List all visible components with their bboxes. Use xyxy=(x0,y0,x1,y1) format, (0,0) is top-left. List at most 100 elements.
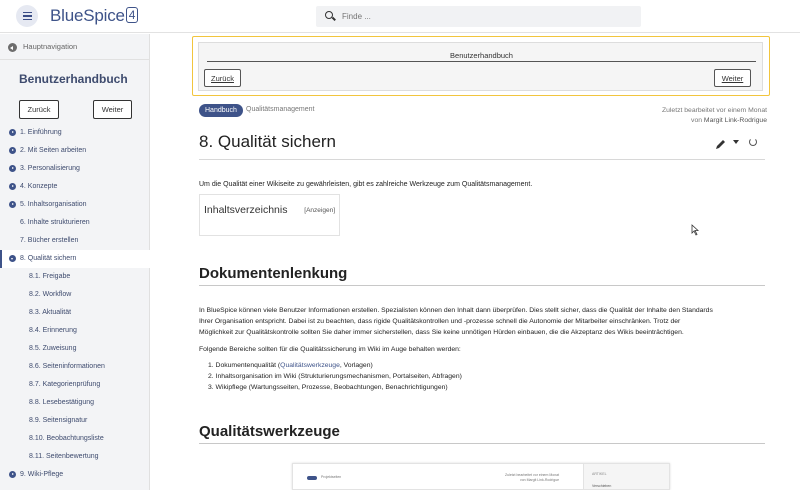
book-navigation: 1. Einführung 2. Mit Seiten arbeiten 3. … xyxy=(0,124,150,484)
chevron-right-icon[interactable] xyxy=(9,165,16,172)
chevron-right-icon[interactable] xyxy=(9,183,16,190)
chevron-down-icon[interactable] xyxy=(9,255,16,262)
nav-subitem[interactable]: 8.4. Erinnerung xyxy=(0,322,150,340)
list-item: 3. Wikipflege (Wartungsseiten, Prozesse,… xyxy=(208,384,448,391)
nav-item-label[interactable]: 8. Qualität sichern xyxy=(20,255,76,262)
nav-item-label[interactable]: 8.4. Erinnerung xyxy=(29,327,77,334)
nav-subitem[interactable]: 8.7. Kategorienprüfung xyxy=(0,376,150,394)
nav-item[interactable]: 5. Inhaltsorganisation xyxy=(0,196,150,214)
nav-item-label[interactable]: 8.7. Kategorienprüfung xyxy=(29,381,100,388)
paragraph-line: In BlueSpice können viele Benutzer Infor… xyxy=(199,307,713,314)
section-paragraph: Folgende Bereiche sollten für die Qualit… xyxy=(199,346,461,353)
nav-subitem[interactable]: 8.6. Seiteninformationen xyxy=(0,358,150,376)
nav-item-label[interactable]: 8.2. Workflow xyxy=(29,291,71,298)
nav-subitem[interactable]: 8.3. Aktualität xyxy=(0,304,150,322)
book-navigation-box: Benutzerhandbuch Zurück Weiter xyxy=(192,36,770,96)
sidebar: Hauptnavigation Benutzerhandbuch Zurück … xyxy=(0,34,150,490)
nav-item[interactable]: 3. Personalisierung xyxy=(0,160,150,178)
pencil-icon[interactable] xyxy=(715,138,727,150)
ordered-list: 1. Dokumentenqualität (Qualitätswerkzeug… xyxy=(208,360,462,393)
section-divider xyxy=(199,285,765,286)
nav-item-label[interactable]: 8.9. Seitensignatur xyxy=(29,417,87,424)
page-title: 8. Qualität sichern xyxy=(199,132,337,151)
nav-item[interactable]: 9. Wiki-Pflege xyxy=(0,466,150,484)
menu-icon[interactable] xyxy=(16,5,38,27)
sidebar-title: Benutzerhandbuch xyxy=(19,72,128,86)
nav-item-label[interactable]: 8.1. Freigabe xyxy=(29,273,70,280)
list-item-text: , Vorlagen) xyxy=(339,362,373,369)
book-title: Benutzerhandbuch xyxy=(450,51,513,60)
section-divider xyxy=(199,443,765,444)
sidebar-back-button[interactable]: Zurück xyxy=(19,100,59,119)
nav-item-label[interactable]: 3. Personalisierung xyxy=(20,165,80,172)
section-heading: Qualitätswerkzeuge xyxy=(199,423,340,440)
chevron-right-icon[interactable] xyxy=(9,147,16,154)
breadcrumb[interactable]: Qualitätsmanagement xyxy=(246,106,314,113)
nav-item[interactable]: 1. Einführung xyxy=(0,124,150,142)
mouse-cursor-icon xyxy=(691,224,700,236)
nav-item[interactable]: 2. Mit Seiten arbeiten xyxy=(0,142,150,160)
nav-item-label[interactable]: 7. Bücher erstellen xyxy=(20,237,78,244)
nav-subitem[interactable]: 8.2. Workflow xyxy=(0,286,150,304)
embed-last-edit-user: von Margit Link-Rodrigue xyxy=(519,478,560,482)
logo[interactable]: BlueSpice 4 xyxy=(50,6,139,26)
chevron-right-icon[interactable] xyxy=(9,129,16,136)
nav-item-label[interactable]: 6. Inhalte strukturieren xyxy=(20,219,90,226)
chevron-right-icon[interactable] xyxy=(9,471,16,478)
last-edit-line[interactable]: Zuletzt bearbeitet vor einem Monat xyxy=(662,106,767,116)
nav-subitem[interactable]: 8.8. Lesebestätigung xyxy=(0,394,150,412)
hauptnavigation-toggle[interactable]: Hauptnavigation xyxy=(0,39,150,57)
qualitaetswerkzeuge-link[interactable]: Qualitätswerkzeuge xyxy=(280,362,340,369)
nav-subitem[interactable]: 8.1. Freigabe xyxy=(0,268,150,286)
sidebar-next-button[interactable]: Weiter xyxy=(93,100,132,119)
last-edit-prefix: von xyxy=(691,117,704,124)
namespace-badge[interactable]: Handbuch xyxy=(199,104,243,117)
nav-item-label[interactable]: 8.11. Seitenbewertung xyxy=(29,453,99,460)
nav-subitem[interactable]: 8.9. Seitensignatur xyxy=(0,412,150,430)
embed-breadcrumb: Projektseiten xyxy=(321,475,342,479)
search-icon xyxy=(325,11,333,19)
search-input[interactable] xyxy=(342,9,632,24)
title-divider xyxy=(199,159,765,160)
nav-item-label[interactable]: 1. Einführung xyxy=(20,129,62,136)
search-box[interactable] xyxy=(316,6,641,27)
nav-item-label[interactable]: 8.8. Lesebestätigung xyxy=(29,399,94,406)
embed-badge xyxy=(307,476,317,480)
nav-item-label[interactable]: 8.6. Seiteninformationen xyxy=(29,363,105,370)
book-next-button[interactable]: Weiter xyxy=(714,69,751,87)
nav-item-label[interactable]: 5. Inhaltsorganisation xyxy=(20,201,87,208)
nav-item-label[interactable]: 8.3. Aktualität xyxy=(29,309,71,316)
main-content: Benutzerhandbuch Zurück Weiter Handbuch … xyxy=(151,34,800,490)
nav-item[interactable]: 4. Konzepte xyxy=(0,178,150,196)
nav-item-label[interactable]: 8.5. Zuweisung xyxy=(29,345,76,352)
nav-item[interactable]: 6. Inhalte strukturieren xyxy=(0,214,150,232)
list-item: 2. Inhaltsorganisation im Wiki (Struktur… xyxy=(208,373,462,380)
list-item-text: 1. Dokumentenqualität ( xyxy=(208,362,281,369)
last-edit-user[interactable]: Margit Link-Rodrigue xyxy=(704,117,767,124)
sidebar-divider xyxy=(0,59,150,60)
logo-text: BlueSpice xyxy=(50,6,125,25)
book-back-button[interactable]: Zurück xyxy=(204,69,241,87)
chevron-right-icon[interactable] xyxy=(9,201,16,208)
nav-item-label[interactable]: 9. Wiki-Pflege xyxy=(20,471,63,478)
nav-item-active[interactable]: 8. Qualität sichern xyxy=(0,250,150,268)
nav-item-label[interactable]: 8.10. Beobachtungsliste xyxy=(29,435,104,442)
nav-item[interactable]: 7. Bücher erstellen xyxy=(0,232,150,250)
book-navigation-panel: Benutzerhandbuch Zurück Weiter xyxy=(198,42,763,91)
embed-sidebar: ARTIKEL Verschieben xyxy=(583,464,669,489)
arrow-left-icon xyxy=(8,43,17,52)
nav-subitem[interactable]: 8.5. Zuweisung xyxy=(0,340,150,358)
hauptnavigation-label: Hauptnavigation xyxy=(23,42,78,51)
nav-item-label[interactable]: 2. Mit Seiten arbeiten xyxy=(20,147,86,154)
embed-last-edit: Zuletzt bearbeitet vor einem Monat von M… xyxy=(505,473,559,483)
top-bar: BlueSpice 4 xyxy=(0,0,800,33)
nav-item-label[interactable]: 4. Konzepte xyxy=(20,183,57,190)
toc-toggle[interactable]: [Anzeigen] xyxy=(304,207,335,214)
refresh-icon[interactable] xyxy=(749,138,757,146)
caret-down-icon[interactable] xyxy=(733,140,739,144)
section-paragraph: In BlueSpice können viele Benutzer Infor… xyxy=(199,305,765,338)
nav-subitem[interactable]: 8.10. Beobachtungsliste xyxy=(0,430,150,448)
toc-title: Inhaltsverzeichnis xyxy=(204,204,288,216)
paragraph-line: Möglichkeit zur Qualitätskontrolle sollt… xyxy=(199,329,684,336)
nav-subitem[interactable]: 8.11. Seitenbewertung xyxy=(0,448,150,466)
